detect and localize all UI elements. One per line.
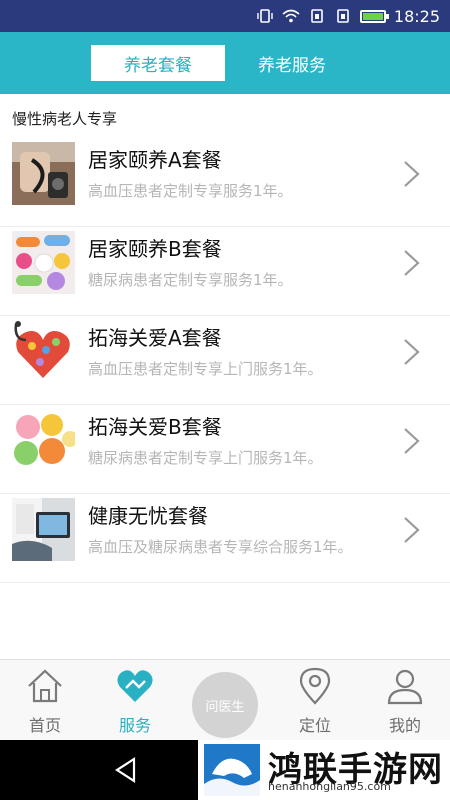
chevron-right-icon bbox=[404, 161, 420, 187]
chevron-right-icon bbox=[404, 339, 420, 365]
ask-doctor-button[interactable]: 问医生 bbox=[192, 672, 258, 738]
nav-location[interactable]: 定位 bbox=[270, 660, 360, 741]
package-list: 居家颐养A套餐 高血压患者定制专享服务1年。 居家颐养B套餐 糖尿病患者定制专享… bbox=[0, 138, 450, 583]
package-title: 拓海关爱A套餐 bbox=[88, 326, 222, 350]
candy-photo bbox=[12, 409, 75, 472]
watermark-logo bbox=[204, 744, 260, 796]
back-icon[interactable] bbox=[112, 756, 140, 784]
nav-service[interactable]: 服务 bbox=[90, 660, 180, 741]
nav-profile[interactable]: 我的 bbox=[360, 660, 450, 741]
doctor-tablet-photo bbox=[12, 498, 75, 561]
list-item[interactable]: 居家颐养A套餐 高血压患者定制专享服务1年。 bbox=[0, 138, 450, 227]
bottom-nav: 首页 服务 问医生 定位 我的 bbox=[0, 659, 450, 740]
list-item[interactable]: 健康无忧套餐 高血压及糖尿病患者专享综合服务1年。 bbox=[0, 494, 450, 583]
heart-hand-icon bbox=[117, 670, 153, 702]
sim-card-icon bbox=[337, 9, 349, 23]
wifi-icon bbox=[282, 9, 300, 23]
battery-icon bbox=[359, 9, 389, 23]
nav-home[interactable]: 首页 bbox=[0, 660, 90, 741]
package-title: 居家颐养A套餐 bbox=[88, 148, 222, 172]
blood-pressure-photo bbox=[12, 142, 75, 205]
person-icon bbox=[387, 669, 423, 705]
package-subtitle: 高血压患者定制专享上门服务1年。 bbox=[88, 360, 323, 378]
package-subtitle: 高血压及糖尿病患者专享综合服务1年。 bbox=[88, 538, 353, 556]
screen: 18:25 养老套餐 养老服务 慢性病老人专享 居家颐养A套餐 高血压患者定制专… bbox=[0, 0, 450, 800]
chevron-right-icon bbox=[404, 250, 420, 276]
nav-label: 首页 bbox=[28, 716, 61, 735]
stethoscope-heart-photo bbox=[12, 320, 75, 383]
section-title: 慢性病老人专享 bbox=[12, 110, 118, 128]
watermark-url: henanhonglian95.com bbox=[268, 780, 391, 793]
sim-card-icon bbox=[311, 9, 323, 23]
chevron-right-icon bbox=[404, 517, 420, 543]
nav-label: 定位 bbox=[298, 716, 331, 735]
nav-label: 服务 bbox=[118, 716, 151, 735]
pills-photo bbox=[12, 231, 75, 294]
nav-label: 我的 bbox=[388, 716, 421, 735]
package-title: 拓海关爱B套餐 bbox=[88, 415, 222, 439]
home-icon bbox=[28, 669, 62, 703]
list-item[interactable]: 拓海关爱B套餐 糖尿病患者定制专享上门服务1年。 bbox=[0, 405, 450, 494]
status-time: 18:25 bbox=[393, 6, 440, 26]
list-item[interactable]: 居家颐养B套餐 糖尿病患者定制专享服务1年。 bbox=[0, 227, 450, 316]
package-subtitle: 高血压患者定制专享服务1年。 bbox=[88, 182, 293, 200]
status-bar: 18:25 bbox=[0, 0, 450, 32]
tab-elderly-packages[interactable]: 养老套餐 bbox=[91, 45, 225, 81]
package-title: 居家颐养B套餐 bbox=[88, 237, 222, 261]
header: 养老套餐 养老服务 bbox=[0, 32, 450, 94]
tab-elderly-services[interactable]: 养老服务 bbox=[225, 45, 359, 81]
package-subtitle: 糖尿病患者定制专享上门服务1年。 bbox=[88, 449, 323, 467]
watermark: 鸿联手游网 henanhonglian95.com bbox=[198, 740, 450, 800]
chevron-right-icon bbox=[404, 428, 420, 454]
location-pin-icon bbox=[299, 667, 331, 705]
list-item[interactable]: 拓海关爱A套餐 高血压患者定制专享上门服务1年。 bbox=[0, 316, 450, 405]
vibrate-icon bbox=[257, 9, 273, 23]
package-title: 健康无忧套餐 bbox=[88, 504, 208, 528]
package-subtitle: 糖尿病患者定制专享服务1年。 bbox=[88, 271, 293, 289]
